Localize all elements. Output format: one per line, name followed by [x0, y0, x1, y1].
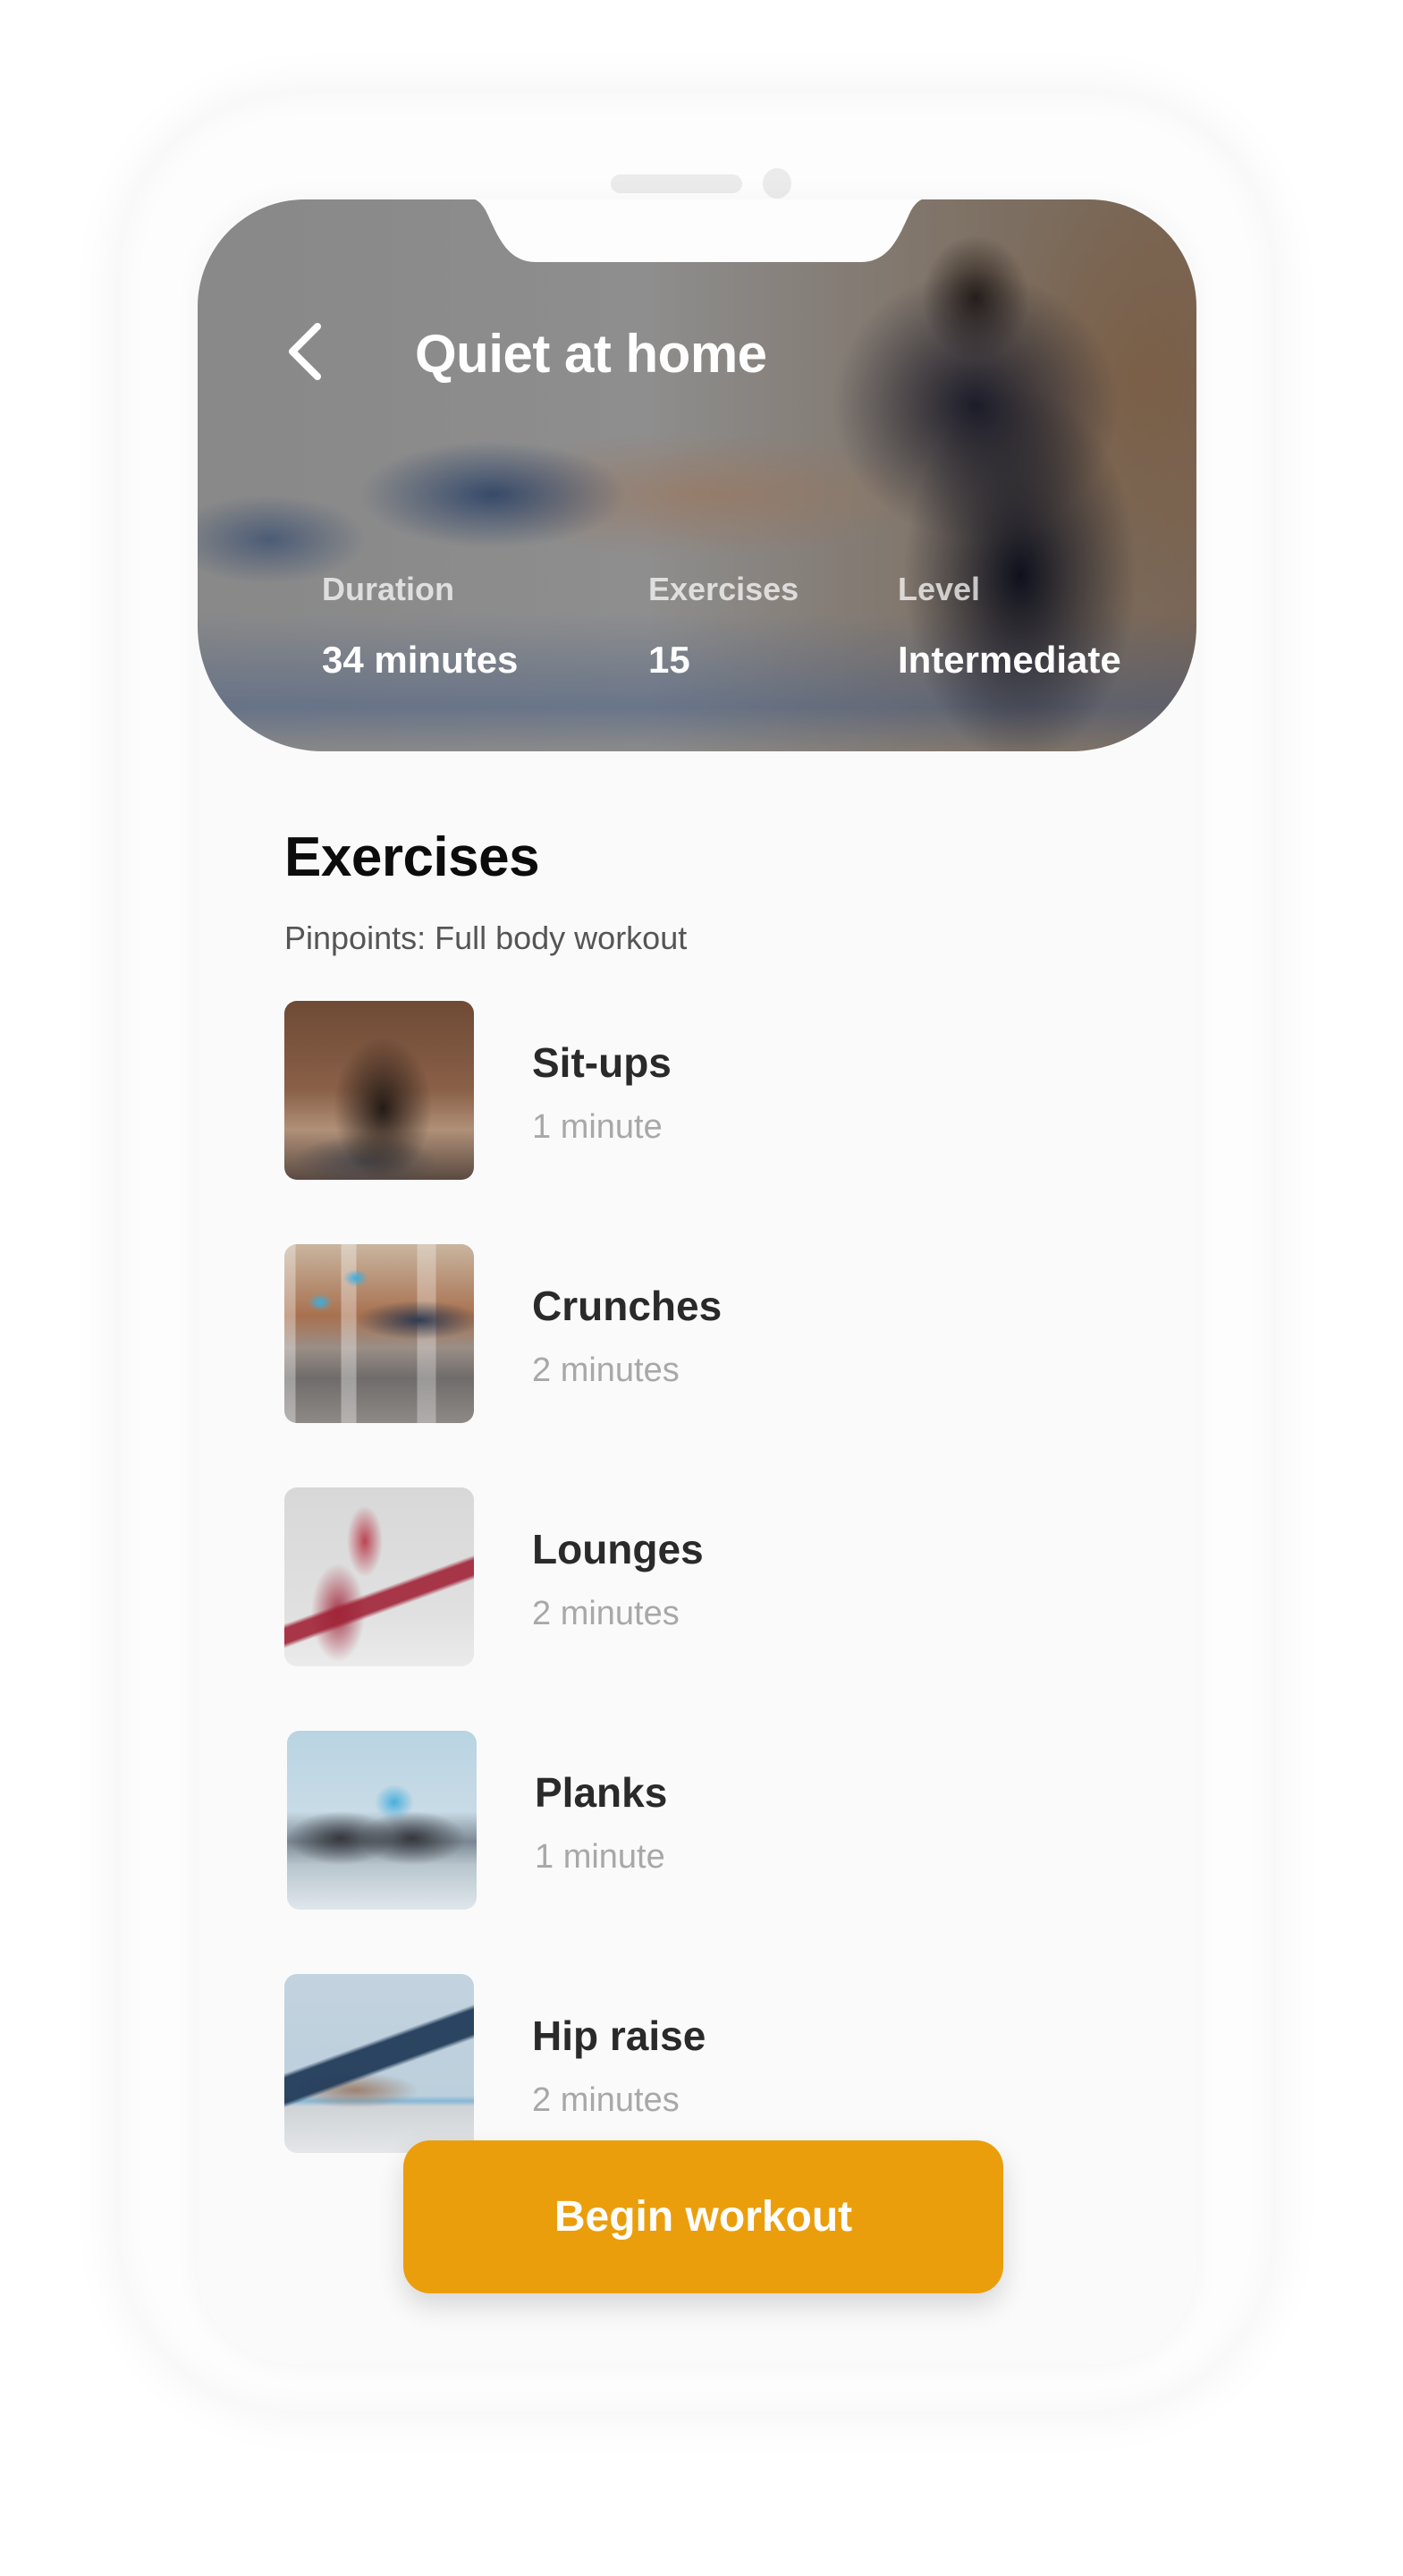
exercise-item-sit-ups[interactable]: Sit-ups 1 minute	[284, 1001, 1089, 1244]
speaker-grille	[611, 174, 742, 193]
stat-label: Exercises	[648, 571, 799, 607]
front-camera	[763, 168, 791, 199]
hip-raise-thumbnail	[284, 1974, 474, 2153]
stat-duration: Duration 34 minutes	[322, 571, 518, 682]
exercise-name: Planks	[535, 1769, 668, 1816]
exercise-name: Crunches	[532, 1283, 723, 1329]
sit-ups-thumbnail	[284, 1001, 474, 1180]
exercise-duration: 2 minutes	[532, 2081, 680, 2119]
chevron-left-icon	[289, 323, 321, 380]
lunges-thumbnail	[284, 1487, 474, 1666]
stat-value: 34 minutes	[322, 639, 519, 681]
stat-label: Level	[898, 571, 981, 607]
crunches-thumbnail	[284, 1244, 474, 1423]
exercise-duration: 1 minute	[535, 1838, 665, 1876]
back-button[interactable]	[278, 316, 332, 387]
exercise-duration: 2 minutes	[532, 1352, 680, 1389]
phone-screen: Quiet at home Duration 34 minutes Exerci…	[198, 199, 1196, 2364]
begin-workout-button[interactable]: Begin workout	[403, 2140, 1003, 2293]
exercise-name: Hip raise	[532, 2012, 706, 2059]
exercise-duration: 1 minute	[532, 1108, 663, 1146]
exercise-item-planks[interactable]: Planks 1 minute	[284, 1731, 1089, 1974]
exercise-duration: 2 minutes	[532, 1595, 680, 1632]
section-title: Exercises	[284, 826, 540, 888]
exercise-list: Sit-ups 1 minute Crunches 2 minutes Loun…	[284, 1001, 1089, 2217]
stat-level: Level Intermediate	[898, 571, 1121, 682]
page-title: Quiet at home	[415, 324, 767, 384]
stat-value: 15	[648, 639, 690, 681]
hero-banner: Quiet at home Duration 34 minutes Exerci…	[198, 199, 1196, 751]
stat-value: Intermediate	[898, 639, 1121, 681]
exercise-name: Sit-ups	[532, 1039, 672, 1086]
stat-label: Duration	[322, 571, 454, 607]
exercise-item-lounges[interactable]: Lounges 2 minutes	[284, 1487, 1089, 1731]
planks-thumbnail	[287, 1731, 477, 1910]
exercise-item-crunches[interactable]: Crunches 2 minutes	[284, 1244, 1089, 1487]
screen-notch	[466, 199, 931, 262]
stat-exercises: Exercises 15	[648, 571, 799, 682]
section-subtitle: Pinpoints: Full body workout	[284, 919, 688, 956]
exercise-name: Lounges	[532, 1526, 704, 1572]
